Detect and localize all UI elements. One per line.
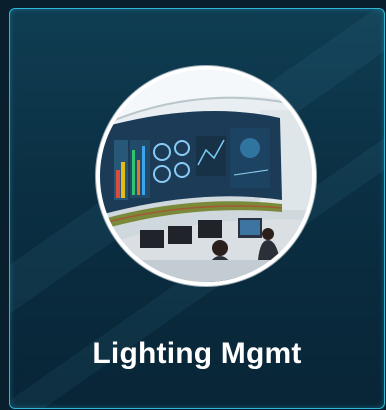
card-image-frame — [96, 66, 316, 286]
card-title: Lighting Mgmt — [92, 337, 302, 370]
control-room-photo-icon — [100, 70, 312, 282]
lighting-mgmt-card[interactable]: Lighting Mgmt — [9, 8, 385, 409]
